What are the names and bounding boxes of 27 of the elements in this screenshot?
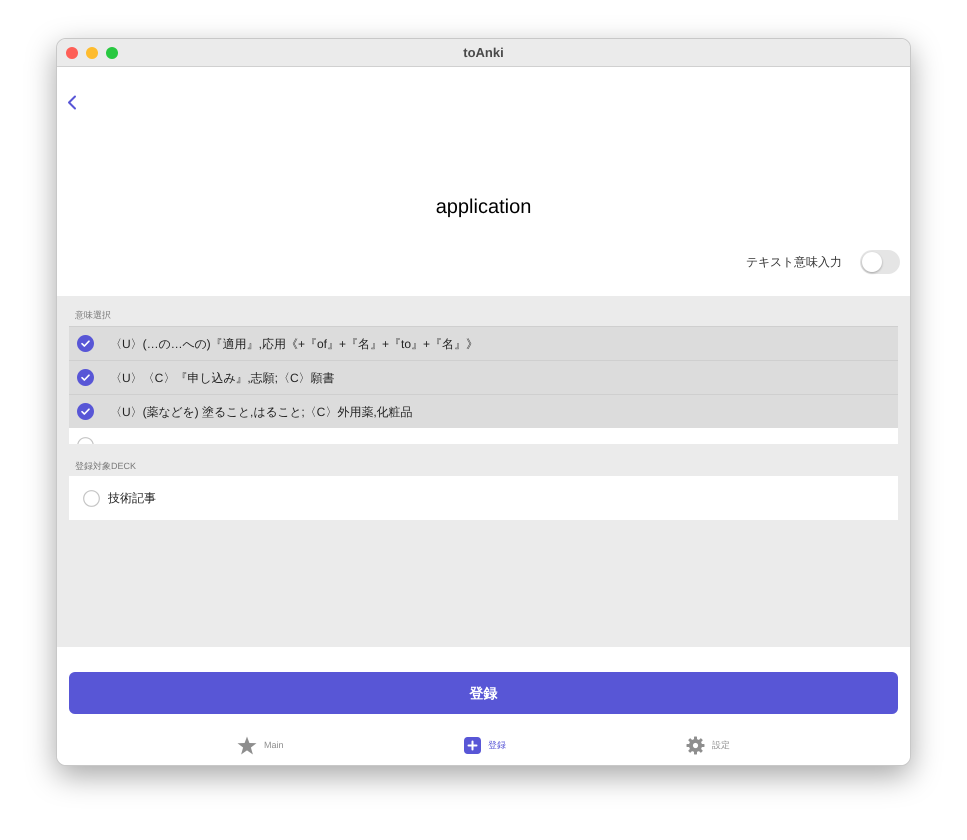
check-icon[interactable] xyxy=(77,335,94,352)
text-input-toggle[interactable] xyxy=(860,250,900,274)
close-button[interactable] xyxy=(66,46,78,58)
check-icon[interactable] xyxy=(77,403,94,420)
section-header: 意味選択 xyxy=(74,309,112,322)
meaning-row[interactable]: 〈U〉(…の…への)『適用』,応用《+『of』+『名』+『to』+『名』》 xyxy=(69,326,898,360)
register-button[interactable]: 登録 xyxy=(69,672,898,714)
zoom-button[interactable] xyxy=(106,46,118,58)
section-header: 登録対象DECK xyxy=(74,460,138,473)
meaning-row[interactable]: 〈U〉〈C〉『申し込み』,志願;〈C〉願書 xyxy=(69,360,898,394)
check-icon[interactable] xyxy=(77,369,94,386)
word-title: application xyxy=(434,195,532,220)
meaning-text: 〈U〉〈C〉『申し込み』,志願;〈C〉願書 xyxy=(110,370,335,386)
back-icon[interactable] xyxy=(67,95,77,110)
toggle-label: テキスト意味入力 xyxy=(746,254,842,271)
tab-item[interactable]: 登録 xyxy=(464,736,506,755)
plus-icon xyxy=(464,737,481,754)
star-icon xyxy=(237,736,257,755)
minimize-button[interactable] xyxy=(86,46,98,58)
meaning-row[interactable]: 〈U〉(薬などを) 塗ること,はること;〈C〉外用薬,化粧品 xyxy=(69,394,898,428)
meaning-text: 〈U〉(薬などを) 塗ること,はること;〈C〉外用薬,化粧品 xyxy=(110,404,413,420)
deck-row[interactable]: 技術記事 xyxy=(69,476,898,520)
meaning-text: 〈U〉(…の…への)『適用』,応用《+『of』+『名』+『to』+『名』》 xyxy=(110,336,478,352)
radio-icon[interactable] xyxy=(83,490,100,506)
deck-name: 技術記事 xyxy=(108,490,156,507)
window-title: toAnki xyxy=(463,44,504,62)
gear-icon xyxy=(686,736,705,755)
